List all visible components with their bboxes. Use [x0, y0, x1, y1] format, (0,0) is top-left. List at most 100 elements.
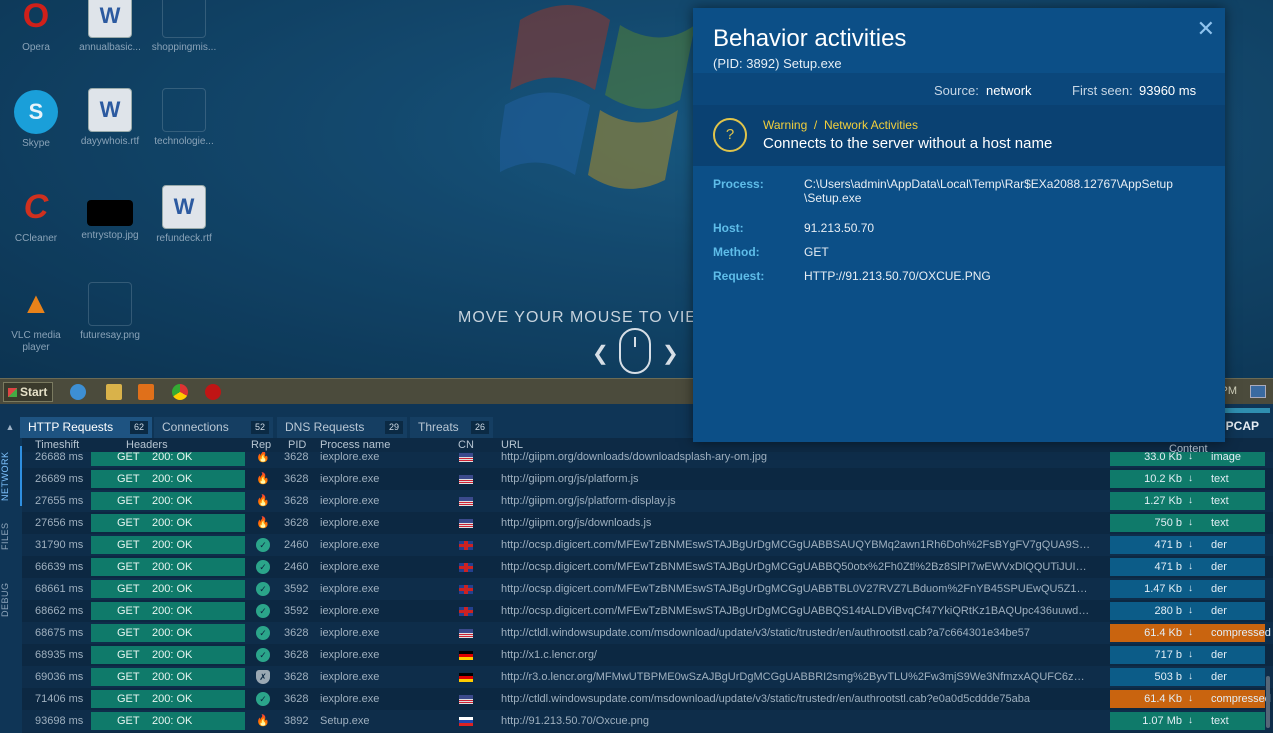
content-size: 61.4 Kb: [1144, 693, 1182, 705]
tab-http-requests[interactable]: HTTP Requests 62: [20, 417, 152, 438]
content-badge: 33.0 Kb ↓ image: [1110, 452, 1265, 466]
content-type: text: [1211, 517, 1229, 529]
timeshift: 68935 ms: [35, 649, 84, 661]
request-url: http://ocsp.digicert.com/MFEwTzBNMEswSTA…: [501, 605, 1091, 617]
desktop-icon-refundeck[interactable]: W refundeck.rtf: [149, 185, 219, 244]
content-type: der: [1211, 605, 1227, 617]
alert-taskbar-icon[interactable]: [205, 384, 221, 400]
desktop-icon-ccleaner[interactable]: C CCleaner: [1, 185, 71, 245]
dialog-meta: Source: network First seen: 93960 ms: [693, 73, 1225, 105]
download-arrow-icon: ↓: [1188, 649, 1193, 660]
col-headers[interactable]: Headers: [126, 439, 168, 451]
pid: 3628: [284, 649, 309, 661]
desktop-icon-skype[interactable]: S Skype: [1, 90, 71, 149]
request-badge: GET 200: OK: [91, 470, 245, 488]
desktop-icon-shoppingmis[interactable]: shoppingmis...: [149, 0, 219, 53]
desktop-icon-label: refundeck.rtf: [156, 233, 212, 244]
table-scrollbar[interactable]: [1266, 676, 1270, 728]
desktop-icon-technologie[interactable]: technologie...: [149, 88, 219, 147]
desktop-icon-dayywhois[interactable]: W dayywhois.rtf: [75, 88, 145, 147]
desktop-icon-opera[interactable]: O Opera: [1, 0, 71, 53]
col-process[interactable]: Process name: [320, 439, 390, 451]
col-timeshift[interactable]: Timeshift: [35, 439, 79, 451]
col-url[interactable]: URL: [501, 439, 523, 451]
mouse-icon: [619, 328, 651, 374]
desktop-icon-label: annualbasic...: [79, 42, 141, 53]
http-method: GET: [117, 671, 140, 683]
danger-flame-icon: 🔥: [256, 517, 270, 529]
http-status: 200: OK: [152, 517, 193, 529]
content-badge: 280 b ↓ der: [1110, 602, 1265, 620]
start-button[interactable]: Start: [3, 382, 53, 402]
table-row[interactable]: 27656 ms GET 200: OK 🔥 3628 iexplore.exe http:…: [22, 512, 1273, 534]
table-row[interactable]: 69036 ms GET 200: OK ✗ 3628 iexplore.exe http:…: [22, 666, 1273, 688]
rail-files[interactable]: FILES: [0, 518, 22, 554]
tab-threats[interactable]: Threats 26: [410, 417, 493, 438]
timeshift: 27656 ms: [35, 517, 84, 529]
http-status: 200: OK: [152, 671, 193, 683]
content-badge: 750 b ↓ text: [1110, 514, 1265, 532]
tab-count-badge: 26: [471, 421, 489, 434]
detail-key: Host:: [713, 221, 744, 235]
request-url: http://x1.c.lencr.org/: [501, 649, 597, 661]
rail-debug[interactable]: DEBUG: [0, 578, 22, 622]
pcap-button[interactable]: PCAP: [1226, 419, 1259, 433]
col-rep[interactable]: Rep: [251, 439, 271, 451]
col-pid[interactable]: PID: [288, 439, 306, 451]
table-row[interactable]: 68935 ms GET 200: OK ✓ 3628 iexplore.exe http:…: [22, 644, 1273, 666]
table-row[interactable]: 68675 ms GET 200: OK ✓ 3628 iexplore.exe http:…: [22, 622, 1273, 644]
table-row[interactable]: 68661 ms GET 200: OK ✓ 3592 iexplore.exe http:…: [22, 578, 1273, 600]
file-icon: [162, 0, 206, 38]
desktop-icon-annualbasic[interactable]: W annualbasic...: [75, 0, 145, 53]
mouse-hint-text: MOVE YOUR MOUSE TO VIEW: [458, 309, 714, 326]
table-row[interactable]: 27655 ms GET 200: OK 🔥 3628 iexplore.exe http:…: [22, 490, 1273, 512]
download-arrow-icon: ↓: [1188, 715, 1193, 726]
content-size: 1.07 Mb: [1142, 715, 1182, 727]
word-document-icon: W: [88, 88, 132, 132]
tab-dns-requests[interactable]: DNS Requests 29: [277, 417, 407, 438]
table-row[interactable]: 26688 ms GET 200: OK 🔥 3628 iexplore.exe http:…: [22, 452, 1273, 468]
pid: 3628: [284, 693, 309, 705]
tab-connections[interactable]: Connections 52: [154, 417, 273, 438]
table-row[interactable]: 71406 ms GET 200: OK ✓ 3628 iexplore.exe http:…: [22, 688, 1273, 710]
collapse-icon[interactable]: ▲: [0, 417, 20, 438]
table-row[interactable]: 26689 ms GET 200: OK 🔥 3628 iexplore.exe http:…: [22, 468, 1273, 490]
explorer-taskbar-icon[interactable]: [106, 384, 122, 400]
download-arrow-icon: ↓: [1188, 583, 1193, 594]
timeshift: 93698 ms: [35, 715, 84, 727]
source-value: network: [986, 83, 1032, 98]
http-method: GET: [117, 605, 140, 617]
desktop-icon-label: shoppingmis...: [151, 42, 217, 53]
col-cn[interactable]: CN: [458, 439, 474, 451]
ccleaner-icon: C: [23, 187, 49, 226]
table-row[interactable]: 31790 ms GET 200: OK ✓ 2460 iexplore.exe http:…: [22, 534, 1273, 556]
content-type: text: [1211, 495, 1229, 507]
tab-label: Connections: [162, 420, 229, 434]
tab-count-badge: 62: [130, 421, 148, 434]
detail-value: GET: [804, 245, 829, 259]
http-status: 200: OK: [152, 583, 193, 595]
ie-taskbar-icon[interactable]: [70, 384, 86, 400]
warning-description: Connects to the server without a host na…: [763, 135, 1053, 152]
desktop-icon-vlc[interactable]: ▲ VLC media player: [1, 282, 71, 354]
network-tray-icon[interactable]: [1250, 385, 1266, 398]
rail-network[interactable]: NETWORK: [0, 446, 22, 506]
request-url: http://r3.o.lencr.org/MFMwUTBPME0wSzAJBg…: [501, 671, 1091, 683]
table-row[interactable]: 93698 ms GET 200: OK 🔥 3892 Setup.exe http://9…: [22, 710, 1273, 732]
danger-flame-icon: 🔥: [256, 452, 270, 463]
media-player-taskbar-icon[interactable]: [138, 384, 154, 400]
close-icon[interactable]: ✕: [1197, 16, 1215, 42]
process-name: iexplore.exe: [320, 539, 380, 551]
process-name: iexplore.exe: [320, 495, 380, 507]
content-badge: 61.4 Kb ↓ compressed: [1110, 690, 1271, 708]
table-row[interactable]: 68662 ms GET 200: OK ✓ 3592 iexplore.exe http:…: [22, 600, 1273, 622]
timeshift: 68662 ms: [35, 605, 84, 617]
desktop-icon-futuresay[interactable]: futuresay.png: [75, 282, 145, 341]
download-arrow-icon: ↓: [1188, 473, 1193, 484]
table-row[interactable]: 66639 ms GET 200: OK ✓ 2460 iexplore.exe http:…: [22, 556, 1273, 578]
arrow-right-icon: ❯: [662, 343, 679, 365]
timeshift: 26689 ms: [35, 473, 84, 485]
request-badge: GET 200: OK: [91, 624, 245, 642]
desktop-icon-entrystop[interactable]: entrystop.jpg: [75, 188, 145, 241]
chrome-taskbar-icon[interactable]: [172, 384, 188, 400]
